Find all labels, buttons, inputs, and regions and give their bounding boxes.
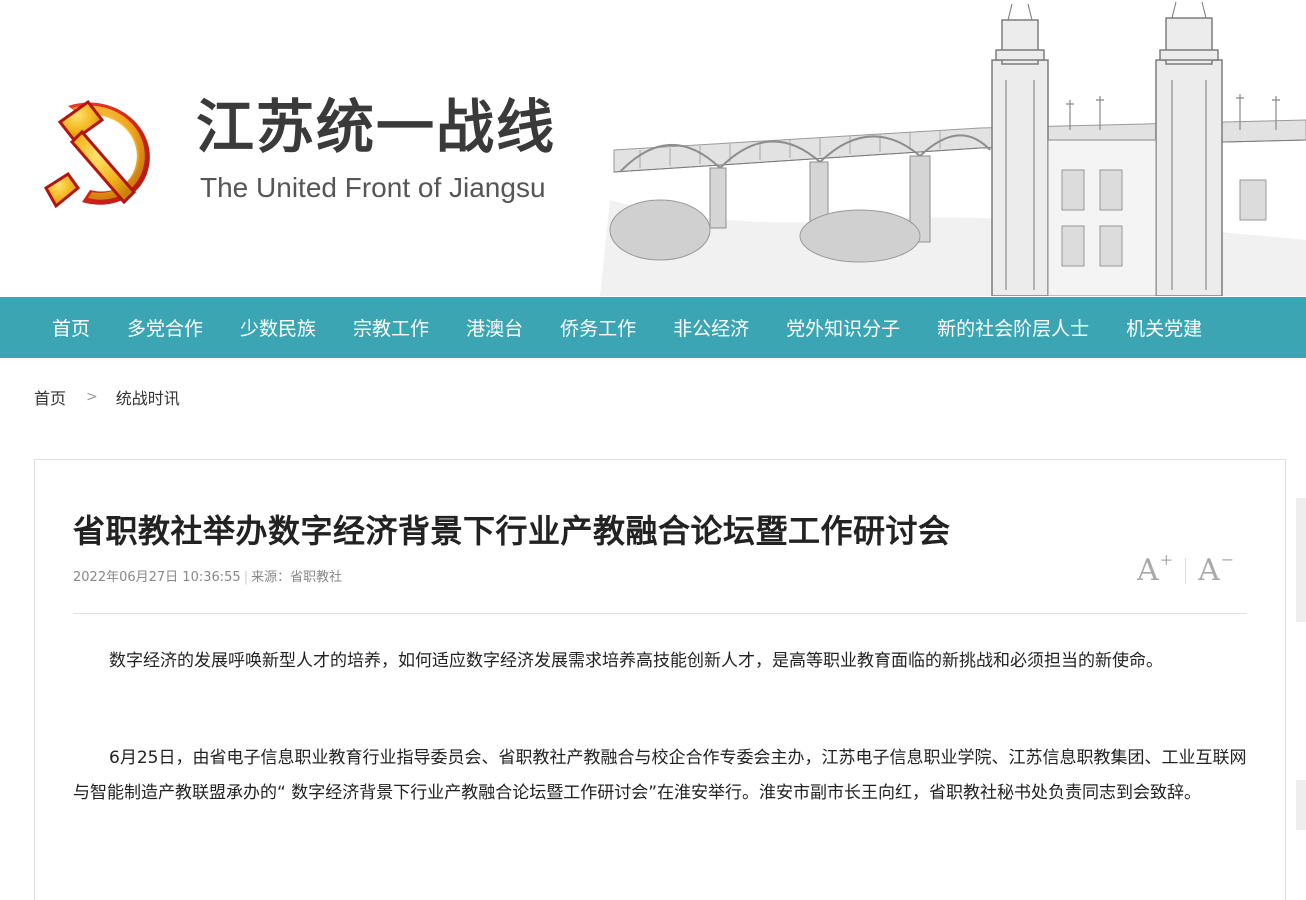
title-divider [73,613,1247,614]
article-source: 来源：省职教社 [251,570,343,585]
nav-item-religion[interactable]: 宗教工作 [353,314,429,341]
article-card: 省职教社举办数字经济背景下行业产教融合论坛暨工作研讨会 2022年06月27日 … [34,459,1286,900]
nav-item-new-social-strata[interactable]: 新的社会阶层人士 [937,314,1089,341]
scrollbar-thumb[interactable] [1296,498,1306,622]
nav-item-multi-party[interactable]: 多党合作 [127,314,203,341]
bridge-illustration [600,0,1306,296]
font-increase-icon[interactable]: A+ [1137,552,1173,586]
scrollbar-thumb[interactable] [1296,780,1306,830]
nav-item-party-building[interactable]: 机关党建 [1126,314,1202,341]
nav-item-home[interactable]: 首页 [52,314,90,341]
nav-item-ethnic[interactable]: 少数民族 [240,314,316,341]
nav-item-non-public-economy[interactable]: 非公经济 [673,314,749,341]
article-paragraph: 数字经济的发展呼唤新型人才的培养，如何适应数字经济发展需求培养高技能创新人才，是… [109,651,1163,671]
divider [1185,558,1187,584]
chevron-right-icon: > [86,389,98,405]
nav-item-non-party-intellectuals[interactable]: 党外知识分子 [786,314,900,341]
nav-item-hk-macao-taiwan[interactable]: 港澳台 [466,314,523,341]
nav-item-overseas-chinese[interactable]: 侨务工作 [560,314,636,341]
site-subtitle: The United Front of Jiangsu [200,172,546,203]
party-emblem-icon [44,99,150,209]
article-date: 2022年06月27日 10:36:55 [73,570,241,585]
breadcrumb: 首页 > 统战时讯 [34,384,180,410]
main-nav: 首页 多党合作 少数民族 宗教工作 港澳台 侨务工作 非公经济 党外知识分子 新… [0,297,1306,358]
article-meta: 2022年06月27日 10:36:55 | 来源：省职教社 [73,570,343,585]
breadcrumb-home[interactable]: 首页 [34,385,66,409]
article-paragraph: 6月25日，由省电子信息职业教育行业指导委员会、省职教社产教融合与校企合作专委会… [73,748,1247,803]
article-title: 省职教社举办数字经济背景下行业产教融合论坛暨工作研讨会 [73,512,951,550]
breadcrumb-current[interactable]: 统战时讯 [116,385,180,409]
font-size-controls: A+ A− [1137,552,1234,586]
font-decrease-icon[interactable]: A− [1198,552,1234,586]
site-header: 江苏统一战线 The United Front of Jiangsu [0,0,1306,296]
site-title: 江苏统一战线 [196,93,557,161]
